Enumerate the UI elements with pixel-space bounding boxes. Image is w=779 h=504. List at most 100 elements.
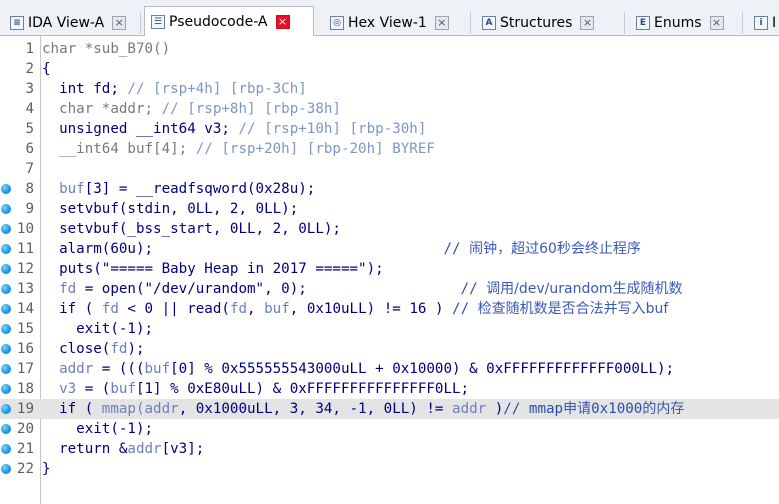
code-text[interactable]: addr = (((buf[0] % 0x555555543000uLL + 0…: [42, 359, 674, 379]
code-token[interactable]: // mmap: [503, 401, 563, 417]
code-token[interactable]: return &: [42, 441, 127, 457]
code-token[interactable]: addr: [42, 361, 93, 377]
code-token[interactable]: fd: [102, 301, 119, 317]
code-token[interactable]: //: [461, 281, 487, 297]
code-token[interactable]: exit(-1);: [42, 421, 153, 437]
code-token[interactable]: 调用/dev/urandom生成随机数: [486, 281, 682, 297]
code-token[interactable]: puts("===== Baby Heap in 2017 =====");: [42, 261, 384, 277]
code-text[interactable]: int fd; // [rsp+4h] [rbp-3Ch]: [42, 79, 307, 99]
tab-pseudocode-a[interactable]: ☰ Pseudocode-A ×: [144, 6, 314, 37]
code-token[interactable]: // [rsp+20h] [rbp-20h] BYREF: [196, 141, 435, 157]
code-line[interactable]: 18 v3 = (buf[1] % 0xE80uLL) & 0xFFFFFFFF…: [0, 379, 779, 399]
code-token[interactable]: = open("/dev/urandom", 0);: [76, 281, 460, 297]
tab-ida-view-a[interactable]: ≡ IDA View-A ×: [4, 10, 130, 36]
code-token[interactable]: 闹钟，超过60秒会终止程序: [469, 241, 641, 257]
code-text[interactable]: return &addr[v3];: [42, 439, 204, 459]
code-text[interactable]: }: [42, 459, 51, 479]
code-text[interactable]: if ( fd < 0 || read(fd, buf, 0x10uLL) !=…: [42, 299, 668, 319]
close-icon[interactable]: ×: [434, 16, 449, 30]
code-line[interactable]: 13 fd = open("/dev/urandom", 0); // 调用/d…: [0, 279, 779, 299]
code-line[interactable]: 11 alarm(60u); // 闹钟，超过60秒会终止程序: [0, 239, 779, 259]
code-token[interactable]: // [rsp+8h] [rbp-38h]: [162, 101, 341, 117]
code-token[interactable]: fd: [42, 281, 76, 297]
code-text[interactable]: __int64 buf[4]; // [rsp+20h] [rbp-20h] B…: [42, 139, 435, 159]
code-token[interactable]: __int64 buf[4];: [42, 141, 196, 157]
code-token[interactable]: , 0x1000uLL, 3, 34, -1, 0LL) !=: [179, 401, 452, 417]
code-token[interactable]: [0] % 0x555555543000uLL + 0x10000) & 0xF…: [170, 361, 674, 377]
code-token[interactable]: buf: [110, 381, 136, 397]
code-token[interactable]: = (((: [93, 361, 145, 377]
tab-imports[interactable]: i I: [748, 10, 779, 36]
code-token[interactable]: ): [486, 401, 504, 417]
code-token[interactable]: buf: [264, 301, 290, 317]
code-text[interactable]: if ( mmap(addr, 0x1000uLL, 3, 34, -1, 0L…: [42, 399, 684, 419]
code-line[interactable]: 4 char *addr; // [rsp+8h] [rbp-38h]: [0, 99, 779, 119]
code-line[interactable]: 7: [0, 159, 779, 179]
code-text[interactable]: v3 = (buf[1] % 0xE80uLL) & 0xFFFFFFFFFFF…: [42, 379, 469, 399]
code-token[interactable]: mmap(: [102, 401, 145, 417]
code-token[interactable]: alarm(60u);: [42, 241, 443, 257]
code-line[interactable]: 1 char *sub_B70(): [0, 39, 779, 59]
code-line[interactable]: 2{: [0, 59, 779, 79]
code-token[interactable]: );: [127, 341, 144, 357]
code-token[interactable]: addr: [127, 441, 161, 457]
code-line[interactable]: 6 __int64 buf[4]; // [rsp+20h] [rbp-20h]…: [0, 139, 779, 159]
code-token[interactable]: unsigned __int64 v3;: [42, 121, 238, 137]
code-text[interactable]: setvbuf(_bss_start, 0LL, 2, 0LL);: [42, 219, 341, 239]
close-icon[interactable]: ×: [709, 16, 724, 30]
code-token[interactable]: int fd;: [42, 81, 127, 97]
code-token[interactable]: 检查随机数是否合法并写入buf: [478, 301, 669, 317]
code-line[interactable]: 9 setvbuf(stdin, 0LL, 2, 0LL);: [0, 199, 779, 219]
code-token[interactable]: addr: [145, 401, 179, 417]
code-line[interactable]: 10 setvbuf(_bss_start, 0LL, 2, 0LL);: [0, 219, 779, 239]
code-token[interactable]: char *sub_B70(): [42, 41, 170, 57]
code-token[interactable]: [v3];: [162, 441, 205, 457]
code-token[interactable]: fd: [230, 301, 247, 317]
code-line[interactable]: 22}: [0, 459, 779, 479]
code-token[interactable]: buf: [42, 181, 85, 197]
code-token[interactable]: [1] % 0xE80uLL) & 0xFFFFFFFFFFFFFFF0LL;: [136, 381, 469, 397]
code-token[interactable]: buf: [145, 361, 171, 377]
code-text[interactable]: setvbuf(stdin, 0LL, 2, 0LL);: [42, 199, 298, 219]
code-token[interactable]: char *addr;: [42, 101, 162, 117]
code-line[interactable]: 8 buf[3] = __readfsqword(0x28u);: [0, 179, 779, 199]
code-text[interactable]: close(fd);: [42, 339, 144, 359]
code-token[interactable]: , 0x10uLL) != 16 ): [290, 301, 452, 317]
code-token[interactable]: < 0 || read(: [119, 301, 230, 317]
pseudocode-view[interactable]: 1 char *sub_B70() 2{3 int fd; // [rsp+4h] …: [0, 36, 779, 504]
code-line[interactable]: 20 exit(-1);: [0, 419, 779, 439]
code-line[interactable]: 14 if ( fd < 0 || read(fd, buf, 0x10uLL)…: [0, 299, 779, 319]
code-line[interactable]: 5 unsigned __int64 v3; // [rsp+10h] [rbp…: [0, 119, 779, 139]
code-token[interactable]: exit(-1);: [42, 321, 153, 337]
code-line[interactable]: 16 close(fd);: [0, 339, 779, 359]
code-text[interactable]: char *sub_B70(): [42, 39, 170, 59]
code-text[interactable]: alarm(60u); // 闹钟，超过60秒会终止程序: [42, 239, 641, 259]
code-token[interactable]: close(: [42, 341, 110, 357]
code-token[interactable]: fd: [110, 341, 127, 357]
code-line[interactable]: 19 if ( mmap(addr, 0x1000uLL, 3, 34, -1,…: [0, 399, 779, 419]
code-token[interactable]: [3] = __readfsqword(0x28u);: [85, 181, 316, 197]
code-token[interactable]: 的内存: [642, 401, 684, 417]
code-line[interactable]: 3 int fd; // [rsp+4h] [rbp-3Ch]: [0, 79, 779, 99]
code-text[interactable]: exit(-1);: [42, 419, 153, 439]
code-token[interactable]: v3: [42, 381, 76, 397]
tab-hex-view-1[interactable]: ◎ Hex View-1 ×: [324, 10, 464, 36]
code-token[interactable]: {: [42, 61, 51, 77]
code-text[interactable]: puts("===== Baby Heap in 2017 =====");: [42, 259, 384, 279]
code-token[interactable]: if (: [42, 401, 102, 417]
close-icon[interactable]: ×: [275, 15, 290, 29]
code-token[interactable]: // [rsp+4h] [rbp-3Ch]: [127, 81, 306, 97]
code-token[interactable]: }: [42, 461, 51, 477]
code-token[interactable]: //: [443, 241, 469, 257]
code-token[interactable]: ,: [247, 301, 264, 317]
code-text[interactable]: exit(-1);: [42, 319, 153, 339]
close-icon[interactable]: ×: [112, 16, 127, 30]
tab-structures[interactable]: A Structures ×: [476, 10, 616, 36]
code-token[interactable]: addr: [452, 401, 486, 417]
code-line[interactable]: 21 return &addr[v3];: [0, 439, 779, 459]
code-line[interactable]: 15 exit(-1);: [0, 319, 779, 339]
code-token[interactable]: 申请: [563, 401, 591, 417]
code-line[interactable]: 12 puts("===== Baby Heap in 2017 =====")…: [0, 259, 779, 279]
tab-enums[interactable]: E Enums ×: [630, 10, 736, 36]
code-token[interactable]: // [rsp+10h] [rbp-30h]: [238, 121, 426, 137]
